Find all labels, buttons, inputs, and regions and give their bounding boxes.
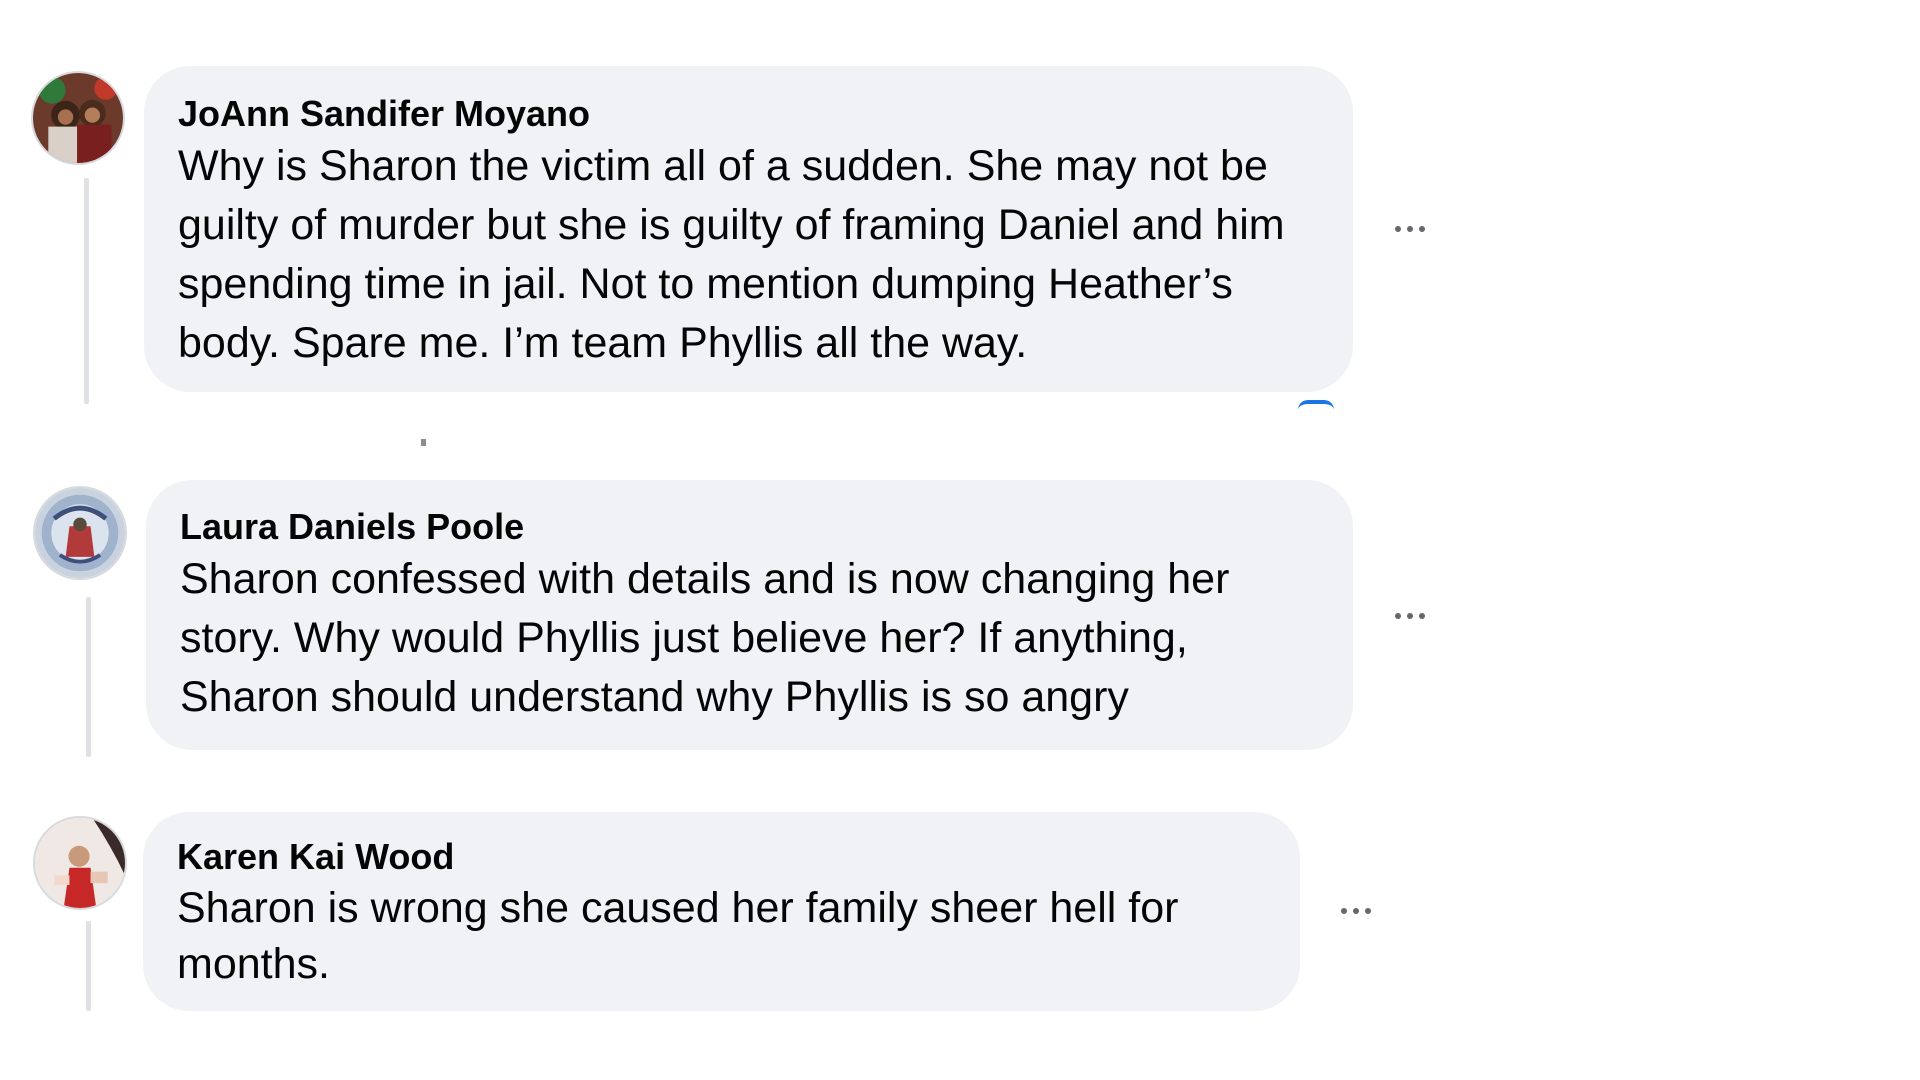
comment-author[interactable]: Laura Daniels Poole <box>180 504 1319 550</box>
thread-line <box>86 921 91 1011</box>
more-options-button[interactable] <box>1380 601 1440 631</box>
more-horizontal-icon <box>1395 613 1401 619</box>
profile-photo-icon <box>33 73 123 163</box>
profile-photo-icon <box>35 818 125 908</box>
comment-text: Sharon is wrong she caused her family sh… <box>177 884 1179 988</box>
more-horizontal-icon <box>1395 226 1401 232</box>
avatar[interactable] <box>33 816 127 910</box>
avatar[interactable] <box>33 486 127 580</box>
more-horizontal-icon-dot <box>1407 226 1413 232</box>
separator-dot <box>421 439 426 446</box>
more-horizontal-icon-dot <box>1407 613 1413 619</box>
comment-text: Sharon confessed with details and is now… <box>180 555 1230 721</box>
more-horizontal-icon-dot <box>1419 226 1425 232</box>
comment-author[interactable]: Karen Kai Wood <box>177 834 1266 880</box>
more-horizontal-icon-dot <box>1419 613 1425 619</box>
more-options-button[interactable] <box>1380 214 1440 244</box>
thread-line <box>84 178 89 404</box>
comment-bubble: Karen Kai Wood Sharon is wrong she cause… <box>143 812 1300 1011</box>
avatar[interactable] <box>31 71 125 165</box>
comment-bubble: JoAnn Sandifer Moyano Why is Sharon the … <box>144 66 1353 392</box>
more-horizontal-icon-dot <box>1365 908 1371 914</box>
comment-author[interactable]: JoAnn Sandifer Moyano <box>178 91 1319 137</box>
more-options-button[interactable] <box>1326 896 1386 926</box>
profile-photo-icon <box>35 488 125 578</box>
more-horizontal-icon <box>1341 908 1347 914</box>
thread-line <box>86 597 91 757</box>
comment-bubble: Laura Daniels Poole Sharon confessed wit… <box>146 480 1353 750</box>
reaction-indicator <box>1298 400 1334 410</box>
comment-text: Why is Sharon the victim all of a sudden… <box>178 142 1285 367</box>
more-horizontal-icon-dot <box>1353 908 1359 914</box>
